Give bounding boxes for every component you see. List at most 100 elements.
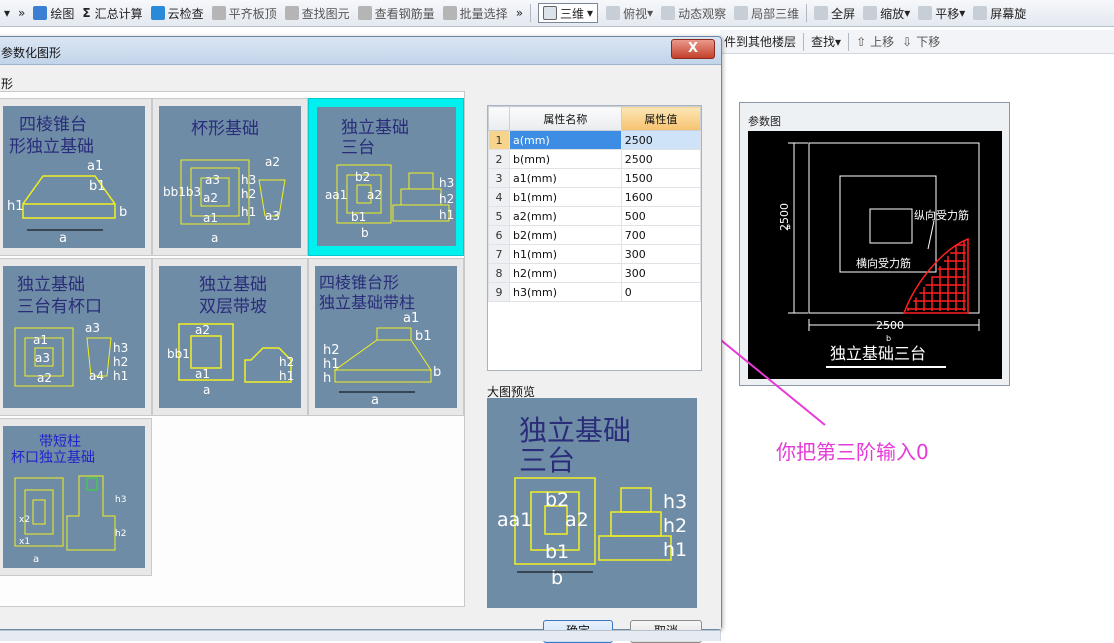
svg-text:h1: h1	[323, 357, 340, 372]
table-row[interactable]: 2 b(mm) 2500	[488, 149, 702, 169]
shape-tile-three-step-cup-foundation[interactable]: 独立基础 三台有杯口 a1 a3 a2 a3 h3 h2 h1 a4	[0, 258, 152, 416]
close-button[interactable]: X	[671, 39, 715, 59]
col-header-name: 属性名称	[509, 106, 622, 131]
pyramid-column-foundation-drawing: 四棱锥台形 独立基础带柱 a a1 b1 b h2 h1 h	[319, 273, 441, 408]
svg-text:h2: h2	[115, 529, 126, 539]
fullscreen-icon	[814, 6, 829, 20]
property-table: 属性名称 属性值 1 a(mm) 2500 2 b(mm) 2500 3 a1(mm) 15…	[487, 105, 702, 371]
shape-tile-cup-foundation[interactable]: 杯形基础 bb1b3 a3 a2 a1 a a2 h3 h2 h1 a3	[152, 98, 308, 256]
orbit-icon	[661, 6, 676, 20]
toolbar-rotate-button[interactable]: 屏幕旋	[969, 2, 1030, 24]
svg-text:a3: a3	[205, 173, 220, 187]
toolbar-fullscreen-button[interactable]: 全屏	[810, 2, 859, 24]
toolbar-overflow-icon[interactable]: »	[14, 2, 29, 24]
toolbar-zoom-button[interactable]: 缩放 ▾	[859, 2, 914, 24]
svg-text:h2: h2	[439, 192, 454, 206]
svg-text:a1: a1	[403, 311, 419, 326]
status-bar	[0, 630, 720, 641]
svg-text:b: b	[361, 226, 369, 240]
svg-text:独立基础: 独立基础	[17, 275, 85, 295]
dialog-titlebar[interactable]: 参数化图形 X	[0, 37, 721, 65]
shape-tile-double-slope-foundation[interactable]: 独立基础 双层带坡 bb1 a2 a1 a h2 h1	[152, 258, 308, 416]
svg-text:b: b	[551, 567, 563, 589]
main-toolbar: ▾ » 绘图 Σ 汇总计算 云检查 平齐板顶 查找图元 查看钢筋量 批量选择 » …	[0, 0, 1114, 27]
sigma-icon: Σ	[82, 6, 91, 20]
property-grid: 属性名称 属性值 1 a(mm) 2500 2 b(mm) 2500 3 a1(mm) 15…	[488, 106, 702, 302]
toolbar-summary-button[interactable]: Σ 汇总计算	[78, 2, 146, 24]
move-down-button[interactable]: ⇩ 下移	[898, 31, 944, 53]
value-cell[interactable]: 2500	[620, 130, 702, 150]
find-dropdown-button[interactable]: 查找 ▾	[807, 31, 845, 53]
value-cell[interactable]: 2500	[620, 149, 702, 169]
table-row[interactable]: 9 h3(mm) 0	[488, 282, 702, 302]
shape-thumb: 四棱锥台形 独立基础带柱 a a1 b1 b h2 h1 h	[315, 266, 457, 408]
shape-group-label: 形	[1, 77, 14, 91]
svg-text:三台: 三台	[519, 444, 575, 477]
toolbar-dropdown-arrow[interactable]: ▾	[0, 2, 14, 24]
table-row[interactable]: 7 h1(mm) 300	[488, 244, 702, 264]
arrow-up-icon: ⇧	[856, 34, 867, 49]
value-cell[interactable]: 300	[620, 263, 702, 283]
table-row[interactable]: 4 b1(mm) 1600	[488, 187, 702, 207]
shape-thumb: 独立基础 三台 aa1 b2 a2 b1 b h3 h2 h1	[317, 107, 456, 246]
svg-text:h1: h1	[439, 208, 454, 222]
toolbar-cloud-check-button[interactable]: 云检查	[147, 2, 208, 24]
value-cell[interactable]: 0	[620, 282, 702, 302]
svg-text:b1: b1	[351, 210, 366, 224]
svg-text:aa1: aa1	[497, 509, 532, 531]
svg-text:b2: b2	[355, 170, 370, 184]
svg-text:h3: h3	[439, 176, 454, 190]
svg-text:四棱锥台: 四棱锥台	[19, 115, 87, 135]
toolbar-top-view-button[interactable]: 俯视 ▾	[602, 2, 657, 24]
table-row[interactable]: 3 a1(mm) 1500	[488, 168, 702, 188]
draw-icon	[33, 6, 48, 20]
toolbar-pan-button[interactable]: 平移 ▾	[914, 2, 969, 24]
toolbar-orbit-button[interactable]: 动态观察	[657, 2, 730, 24]
value-cell[interactable]: 500	[620, 206, 702, 226]
shape-tile-short-column-cup-foundation[interactable]: 带短柱 杯口独立基础 x2 x1 a h3 h2	[0, 418, 152, 576]
svg-text:杯形基础: 杯形基础	[191, 119, 259, 139]
svg-text:h2: h2	[663, 515, 687, 537]
table-row[interactable]: 6 b2(mm) 700	[488, 225, 702, 245]
table-row[interactable]: 5 a2(mm) 500	[488, 206, 702, 226]
value-cell[interactable]: 1600	[620, 187, 702, 207]
table-row[interactable]: 1 a(mm) 2500	[488, 130, 702, 150]
toolbar-separator	[530, 4, 532, 22]
rotate-icon	[973, 6, 988, 20]
svg-text:a1: a1	[203, 211, 218, 225]
shape-tile-three-step-foundation[interactable]: 独立基础 三台 aa1 b2 a2 b1 b h3 h2 h1	[308, 98, 464, 256]
value-cell[interactable]: 1500	[620, 168, 702, 188]
svg-text:h1: h1	[7, 199, 24, 214]
svg-text:x1: x1	[19, 537, 30, 547]
svg-text:三台有杯口: 三台有杯口	[17, 297, 102, 317]
svg-text:形独立基础: 形独立基础	[9, 137, 94, 157]
value-cell[interactable]: 700	[620, 225, 702, 245]
toolbar-align-slab-button[interactable]: 平齐板顶	[208, 2, 281, 24]
svg-text:a2: a2	[367, 188, 382, 202]
toolbar-local-3d-button[interactable]: 局部三维	[730, 2, 803, 24]
svg-text:a1: a1	[33, 333, 48, 347]
svg-text:a2: a2	[195, 323, 210, 337]
toolbar-find-element-button[interactable]: 查找图元	[281, 2, 354, 24]
toolbar-draw-button[interactable]: 绘图	[29, 2, 78, 24]
svg-text:bb1b3: bb1b3	[163, 185, 201, 199]
svg-text:x2: x2	[19, 515, 30, 525]
table-corner	[488, 106, 510, 131]
move-up-button[interactable]: ⇧ 上移	[852, 31, 898, 53]
shape-tile-pyramid-foundation[interactable]: 四棱锥台 形独立基础 a a1 b1 b h1	[0, 98, 152, 256]
toolbar-batch-select-button[interactable]: 批量选择	[439, 2, 512, 24]
svg-text:h2: h2	[241, 187, 256, 201]
table-row[interactable]: 8 h2(mm) 300	[488, 263, 702, 283]
copy-to-floor-button[interactable]: 件到其他楼层	[720, 31, 800, 53]
svg-text:h: h	[323, 371, 331, 386]
toolbar-overflow-icon-2[interactable]: »	[512, 2, 527, 24]
param-diagram-label: 参数图	[748, 115, 781, 128]
double-slope-foundation-drawing: 独立基础 双层带坡 bb1 a2 a1 a h2 h1	[167, 275, 294, 397]
value-cell[interactable]: 300	[620, 244, 702, 264]
view-mode-select[interactable]: 三维 ▾	[534, 2, 602, 24]
svg-text:aa1: aa1	[325, 188, 347, 202]
toolbar-rebar-view-button[interactable]: 查看钢筋量	[354, 2, 439, 24]
svg-text:三台: 三台	[341, 138, 375, 158]
svg-text:杯口独立基础: 杯口独立基础	[11, 449, 95, 466]
shape-tile-pyramid-column-foundation[interactable]: 四棱锥台形 独立基础带柱 a a1 b1 b h2 h1 h	[308, 258, 464, 416]
